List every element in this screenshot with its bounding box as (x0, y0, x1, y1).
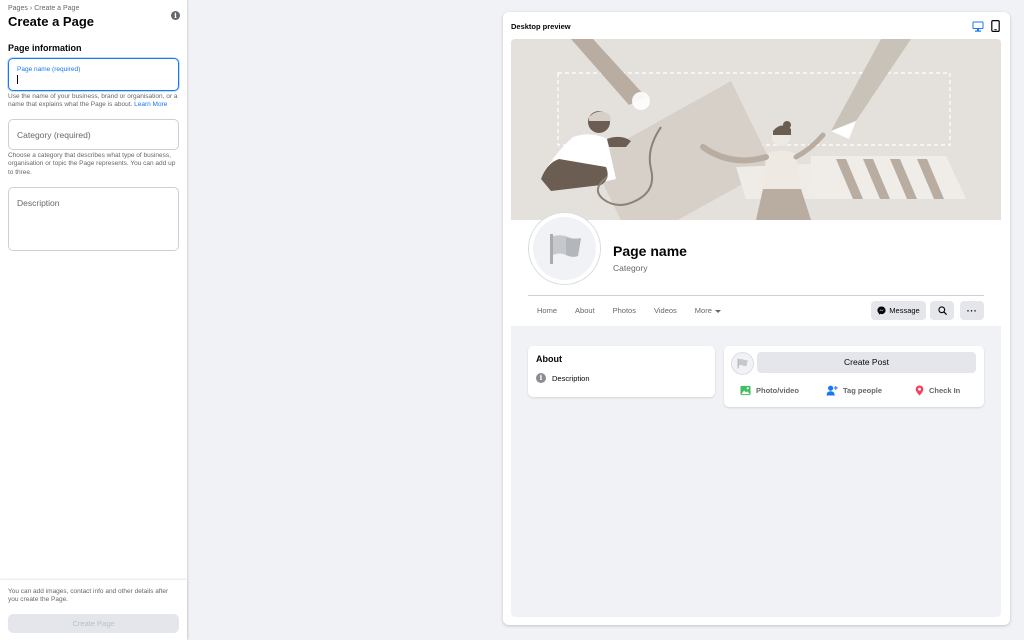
about-card: About i Description (528, 346, 715, 397)
breadcrumb-pages[interactable]: Pages (8, 5, 28, 12)
text-caret (17, 75, 18, 84)
footer-text: You can add images, contact info and oth… (8, 588, 169, 604)
more-icon: ··· (966, 305, 978, 316)
check-in-icon (915, 385, 924, 396)
cover-photo (511, 39, 1001, 220)
tab-home[interactable]: Home (528, 301, 566, 321)
category-placeholder: Category (required) (17, 130, 91, 140)
tab-more[interactable]: More (686, 301, 730, 321)
search-icon (937, 306, 947, 315)
divider (528, 295, 984, 296)
messenger-icon (877, 306, 886, 315)
tab-photos[interactable]: Photos (604, 301, 645, 321)
post-avatar (732, 353, 753, 374)
check-in-action[interactable]: Check In (915, 385, 960, 396)
page-title: Create a Page (8, 14, 94, 29)
panel-footer: You can add images, contact info and oth… (0, 580, 187, 640)
preview-card: Desktop preview Page name Category Home … (503, 12, 1010, 625)
breadcrumb-current: Create a Page (34, 5, 80, 12)
about-description: Description (552, 374, 590, 383)
info-icon: i (536, 373, 546, 383)
create-page-panel: Pages › Create a Page Create a Page i Page… (0, 0, 187, 640)
photo-icon (740, 385, 751, 396)
page-name-field[interactable]: Page name (required) (8, 58, 179, 91)
chevron-down-icon (714, 309, 721, 313)
page-avatar (529, 213, 600, 284)
page-header: Page name Category Home About Photos Vid… (511, 39, 1001, 326)
more-button[interactable]: ··· (960, 301, 984, 320)
message-label: Message (889, 306, 920, 315)
preview-title: Desktop preview (511, 22, 571, 31)
category-help: Choose a category that describes what ty… (8, 152, 176, 176)
page-name-help: Use the name of your business, brand or … (8, 93, 178, 109)
create-page-button[interactable]: Create Page (8, 614, 179, 633)
about-title: About (536, 354, 562, 364)
page-name-label: Page name (required) (17, 66, 81, 73)
learn-more-link[interactable]: Learn More (134, 101, 167, 108)
breadcrumb: Pages › Create a Page (8, 5, 79, 12)
tag-people-icon (826, 385, 838, 396)
description-placeholder: Description (17, 198, 60, 208)
create-post-button[interactable]: Create Post (757, 352, 976, 373)
flag-icon (550, 234, 581, 264)
tab-about[interactable]: About (566, 301, 604, 321)
search-button[interactable] (930, 301, 954, 320)
info-icon[interactable]: i (171, 11, 180, 20)
preview-category: Category (613, 263, 648, 273)
tag-people-action[interactable]: Tag people (826, 385, 882, 396)
flag-icon (737, 358, 748, 369)
category-field[interactable]: Category (required) (8, 119, 179, 150)
page-preview: Page name Category Home About Photos Vid… (511, 39, 1001, 617)
desktop-icon[interactable] (972, 21, 984, 32)
page-tabs: Home About Photos Videos More (528, 301, 730, 321)
photo-video-action[interactable]: Photo/video (740, 385, 799, 396)
create-post-card: Create Post Photo/video Tag people Check… (724, 346, 984, 407)
mobile-icon[interactable] (991, 20, 1000, 32)
preview-page-name: Page name (613, 243, 687, 259)
tab-videos[interactable]: Videos (645, 301, 686, 321)
description-field[interactable]: Description (8, 187, 179, 251)
message-button[interactable]: Message (871, 301, 926, 320)
section-title: Page information (8, 43, 82, 53)
breadcrumb-separator: › (29, 5, 33, 12)
